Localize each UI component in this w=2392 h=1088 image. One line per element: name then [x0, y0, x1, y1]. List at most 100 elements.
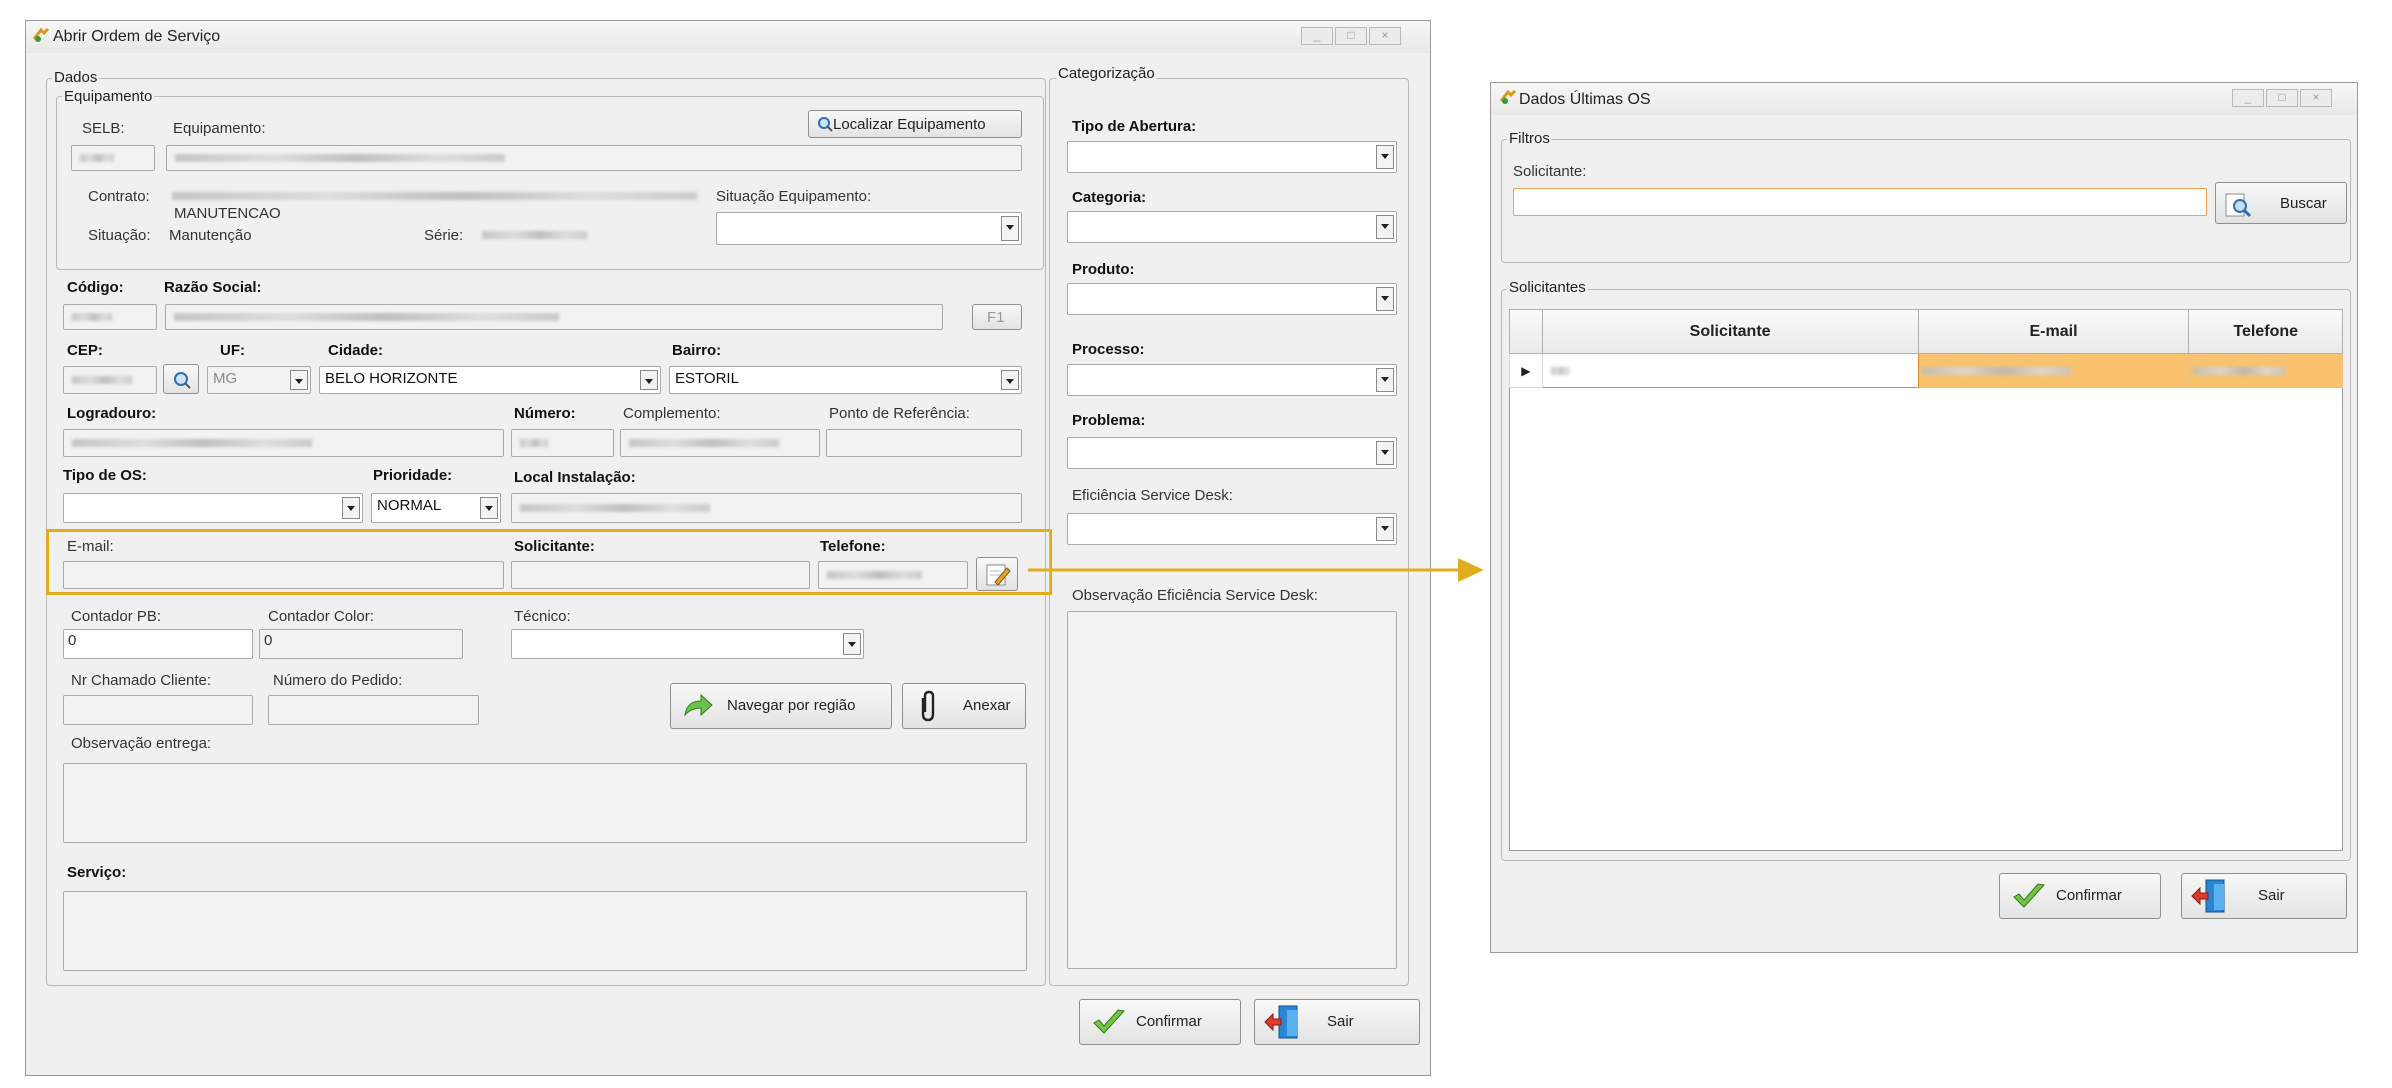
razao-social-field[interactable]: [165, 304, 943, 330]
numero-pedido-field[interactable]: [268, 695, 479, 725]
column-header-email[interactable]: E-mail: [1917, 309, 2190, 354]
localizar-equipamento-button[interactable]: Localizar Equipamento: [808, 110, 1022, 138]
uf-value: MG: [213, 370, 238, 387]
chevron-down-icon: [1001, 216, 1019, 241]
main-title-bar: Abrir Ordem de Serviço _ □ ×: [26, 21, 1430, 53]
tecnico-label: Técnico:: [514, 608, 571, 625]
logradouro-field[interactable]: [63, 429, 504, 457]
local-instalacao-field[interactable]: [511, 493, 1022, 523]
popup-confirmar-label: Confirmar: [2056, 887, 2122, 904]
tipo-os-dropdown[interactable]: [63, 493, 363, 523]
chevron-down-icon: [1001, 370, 1019, 390]
column-header-telefone[interactable]: Telefone: [2188, 309, 2343, 354]
cep-label: CEP:: [67, 342, 103, 359]
solicitante-label: Solicitante:: [514, 538, 595, 555]
prioridade-value: NORMAL: [377, 497, 442, 514]
minimize-button[interactable]: _: [2232, 89, 2264, 107]
confirmar-button[interactable]: Confirmar: [1079, 999, 1241, 1045]
table-cell-solicitante[interactable]: [1541, 353, 1919, 388]
minimize-button[interactable]: _: [1301, 27, 1333, 45]
tipo-abertura-dropdown[interactable]: [1067, 141, 1397, 173]
contrato-value-line2: MANUTENCAO: [174, 205, 281, 222]
eficiencia-dropdown[interactable]: [1067, 513, 1397, 545]
popup-window-title: Dados Últimas OS: [1519, 91, 1651, 108]
anexar-label: Anexar: [963, 697, 1011, 714]
contrato-value-line1: [172, 186, 697, 206]
cidade-dropdown[interactable]: BELO HORIZONTE: [319, 366, 661, 394]
navegar-label: Navegar por região: [727, 697, 856, 714]
close-button[interactable]: ×: [1369, 27, 1401, 45]
app-icon: [32, 27, 50, 43]
anexar-button[interactable]: Anexar: [902, 683, 1026, 729]
uf-label: UF:: [220, 342, 245, 359]
contador-pb-field[interactable]: 0: [63, 629, 253, 659]
search-icon: [2224, 190, 2252, 222]
serie-value: [482, 225, 592, 245]
chevron-down-icon: [1376, 287, 1394, 311]
row-selector-arrow: ▶: [1509, 353, 1543, 388]
produto-dropdown[interactable]: [1067, 283, 1397, 315]
contador-pb-value: 0: [68, 632, 77, 649]
servico-field[interactable]: [63, 891, 1027, 971]
tipo-abertura-label: Tipo de Abertura:: [1072, 118, 1197, 135]
solicitantes-grid[interactable]: Solicitante E-mail Telefone ▶: [1509, 309, 2343, 851]
cep-search-button[interactable]: [163, 364, 199, 394]
tecnico-dropdown[interactable]: [511, 629, 864, 659]
popup-confirmar-button[interactable]: Confirmar: [1999, 873, 2161, 919]
bairro-dropdown[interactable]: ESTORIL: [669, 366, 1022, 394]
equipamento-label: Equipamento:: [173, 120, 266, 137]
codigo-field[interactable]: [63, 304, 157, 330]
maximize-button[interactable]: □: [2266, 89, 2298, 107]
equipamento-field[interactable]: [166, 145, 1022, 171]
chevron-down-icon: [640, 370, 658, 390]
table-row[interactable]: ▶: [1509, 353, 2343, 388]
cep-field[interactable]: [63, 366, 157, 394]
uf-dropdown[interactable]: MG: [207, 366, 311, 394]
categoria-dropdown[interactable]: [1067, 211, 1397, 243]
complemento-field[interactable]: [620, 429, 820, 457]
ponto-referencia-field[interactable]: [826, 429, 1022, 457]
selb-field[interactable]: [71, 145, 155, 171]
prioridade-dropdown[interactable]: NORMAL: [371, 493, 501, 523]
navegar-por-regiao-button[interactable]: Navegar por região: [670, 683, 892, 729]
situacao-equipamento-dropdown[interactable]: [716, 212, 1022, 245]
problema-label: Problema:: [1072, 412, 1146, 429]
chevron-down-icon: [342, 497, 360, 519]
f1-button[interactable]: F1: [972, 304, 1022, 330]
solicitante-field[interactable]: [511, 561, 810, 589]
edit-contact-button[interactable]: [976, 557, 1018, 591]
edit-icon: [985, 562, 1011, 592]
complemento-label: Complemento:: [623, 405, 721, 422]
numero-pedido-label: Número do Pedido:: [273, 672, 403, 689]
local-instalacao-label: Local Instalação:: [514, 469, 636, 486]
popup-solicitante-search-input[interactable]: [1513, 188, 2207, 216]
table-cell-email[interactable]: [1917, 353, 2190, 388]
solicitantes-table: Solicitante E-mail Telefone ▶: [1509, 309, 2343, 388]
maximize-button[interactable]: □: [1335, 27, 1367, 45]
email-field[interactable]: [63, 561, 504, 589]
contador-color-field[interactable]: 0: [259, 629, 463, 659]
exit-door-icon: [2190, 878, 2230, 918]
table-header-row: Solicitante E-mail Telefone: [1509, 309, 2343, 354]
observacao-eficiencia-field[interactable]: [1067, 611, 1397, 969]
servico-label: Serviço:: [67, 864, 127, 881]
situacao-label: Situação:: [88, 227, 151, 244]
processo-dropdown[interactable]: [1067, 364, 1397, 396]
cidade-value: BELO HORIZONTE: [325, 370, 458, 387]
numero-field[interactable]: [511, 429, 614, 457]
column-header-solicitante[interactable]: Solicitante: [1541, 309, 1919, 354]
filtros-legend: Filtros: [1507, 130, 1552, 147]
sair-button[interactable]: Sair: [1254, 999, 1420, 1045]
close-button[interactable]: ×: [2300, 89, 2332, 107]
buscar-button[interactable]: Buscar: [2215, 182, 2347, 224]
contador-pb-label: Contador PB:: [71, 608, 162, 625]
table-cell-telefone[interactable]: [2188, 353, 2343, 388]
nr-chamado-field[interactable]: [63, 695, 253, 725]
telefone-field[interactable]: [818, 561, 968, 589]
problema-dropdown[interactable]: [1067, 437, 1397, 469]
contador-color-value: 0: [264, 632, 273, 649]
popup-window: Dados Últimas OS _ □ × Filtros Solicitan…: [1490, 82, 2358, 953]
popup-sair-button[interactable]: Sair: [2181, 873, 2347, 919]
observacao-entrega-field[interactable]: [63, 763, 1027, 843]
row-header-corner: [1509, 309, 1543, 354]
